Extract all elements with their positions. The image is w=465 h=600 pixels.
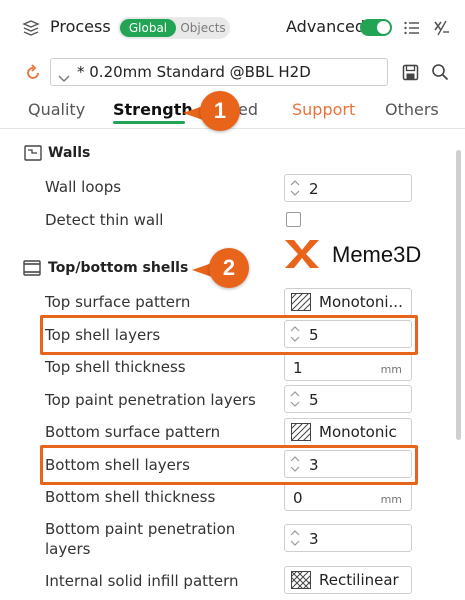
tab-support[interactable]: Support	[292, 100, 355, 119]
bottom-shell-thickness-unit: mm	[380, 493, 402, 506]
process-icon	[22, 19, 40, 37]
tab-quality[interactable]: Quality	[28, 100, 85, 119]
bottom-surface-pattern-value: Monotonic	[319, 423, 397, 441]
spinner-arrows-icon[interactable]	[289, 527, 301, 549]
preset-dropdown[interactable]: * 0.20mm Standard @BBL H2D	[50, 58, 388, 86]
section-title-walls: Walls	[48, 145, 91, 161]
label-bottom-paint-penetration-line1: Bottom paint penetration	[45, 520, 236, 538]
tab-divider	[0, 128, 465, 129]
tab-others[interactable]: Others	[385, 100, 439, 119]
search-icon[interactable]	[431, 63, 449, 81]
bottom-shell-thickness-input[interactable]: 0 mm	[284, 483, 412, 511]
watermark-brand: Meme3D	[332, 242, 422, 267]
internal-solid-infill-pattern-value: Rectilinear	[319, 571, 399, 589]
wall-loops-input[interactable]: 2	[284, 174, 412, 202]
top-surface-pattern-value: Monotoni...	[319, 293, 403, 311]
section-title-shells: Top/bottom shells	[48, 260, 189, 276]
label-internal-solid-infill-pattern: Internal solid infill pattern	[45, 572, 239, 590]
scope-toggle[interactable]: Global Objects	[118, 17, 230, 39]
label-bottom-shell-thickness: Bottom shell thickness	[45, 488, 216, 506]
label-top-surface-pattern: Top surface pattern	[45, 293, 191, 311]
meme3d-logo-icon	[284, 238, 320, 270]
tab-strength[interactable]: Strength	[113, 100, 193, 119]
scope-objects-button[interactable]: Objects	[178, 19, 228, 37]
spinner-arrows-icon[interactable]	[289, 177, 301, 199]
advanced-switch[interactable]	[360, 19, 392, 36]
tab-speed[interactable]: ed	[238, 100, 258, 119]
label-bottom-surface-pattern: Bottom surface pattern	[45, 423, 221, 441]
callout-badge-2: 2	[209, 248, 249, 288]
label-top-shell-thickness: Top shell thickness	[45, 358, 186, 376]
compare-icon[interactable]	[432, 19, 450, 37]
callout-badge-1: 1	[200, 91, 240, 131]
top-shell-thickness-input[interactable]: 1 mm	[284, 353, 412, 381]
monotonic-pattern-icon	[291, 423, 311, 441]
top-surface-pattern-select[interactable]: Monotoni...	[284, 288, 412, 316]
top-paint-penetration-layers-value: 5	[309, 391, 319, 409]
advanced-label: Advanced	[286, 17, 366, 36]
highlight-top-shell-layers	[40, 315, 418, 355]
scope-global-button[interactable]: Global	[120, 19, 176, 37]
save-icon[interactable]	[402, 64, 419, 81]
label-wall-loops: Wall loops	[45, 178, 122, 196]
highlight-bottom-shell-layers	[40, 445, 418, 485]
top-shell-thickness-unit: mm	[380, 363, 402, 376]
advanced-switch-knob	[377, 21, 390, 34]
bottom-paint-penetration-layers-value: 3	[309, 530, 319, 548]
spinner-arrows-icon[interactable]	[289, 388, 301, 410]
label-detect-thin-wall: Detect thin wall	[45, 211, 164, 229]
bottom-paint-penetration-layers-input[interactable]: 3	[284, 524, 412, 552]
panel-title: Process	[50, 17, 111, 36]
monotonic-pattern-icon	[291, 293, 311, 311]
rectilinear-pattern-icon	[291, 571, 311, 589]
wall-loops-value: 2	[309, 180, 319, 198]
label-bottom-paint-penetration-line2: layers	[45, 540, 91, 558]
bottom-surface-pattern-select[interactable]: Monotonic	[284, 418, 412, 446]
top-shell-thickness-value: 1	[293, 359, 303, 377]
shells-icon	[23, 260, 41, 276]
bottom-shell-thickness-value: 0	[293, 489, 303, 507]
preset-name: * 0.20mm Standard @BBL H2D	[77, 63, 311, 81]
reset-icon[interactable]	[24, 64, 42, 82]
walls-icon	[24, 145, 42, 161]
detect-thin-wall-checkbox[interactable]	[286, 212, 301, 227]
top-paint-penetration-layers-input[interactable]: 5	[284, 385, 412, 413]
active-tab-indicator	[113, 121, 185, 124]
list-icon[interactable]	[403, 19, 421, 37]
chevron-down-icon	[58, 68, 70, 82]
label-top-paint-penetration-layers: Top paint penetration layers	[45, 391, 256, 409]
internal-solid-infill-pattern-select[interactable]: Rectilinear	[284, 566, 412, 594]
scrollbar[interactable]	[456, 150, 461, 440]
